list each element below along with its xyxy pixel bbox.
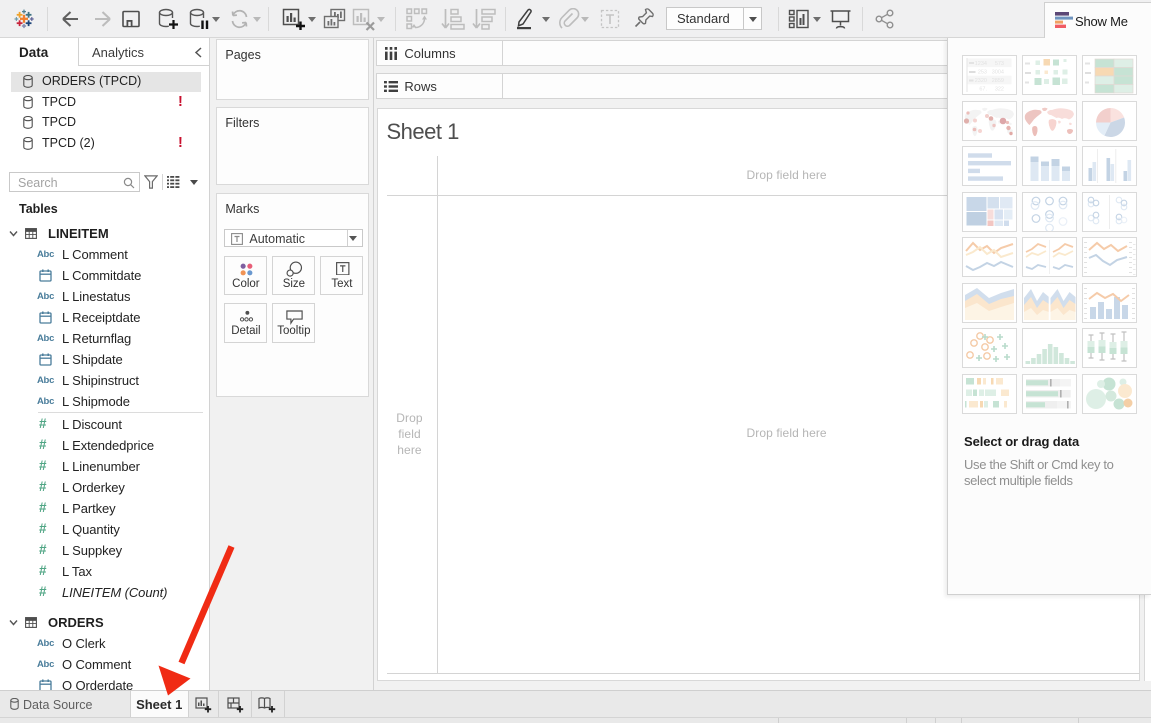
svg-text:2320: 2320 — [975, 78, 987, 84]
svg-text:253: 253 — [978, 70, 987, 76]
svg-text:67.: 67. — [979, 87, 987, 93]
svg-text:2859: 2859 — [992, 78, 1004, 84]
svg-text:573: 573 — [995, 61, 1004, 67]
svg-text:1234: 1234 — [975, 61, 987, 67]
svg-text:322: 322 — [995, 87, 1004, 93]
svg-text:3004: 3004 — [992, 70, 1004, 76]
